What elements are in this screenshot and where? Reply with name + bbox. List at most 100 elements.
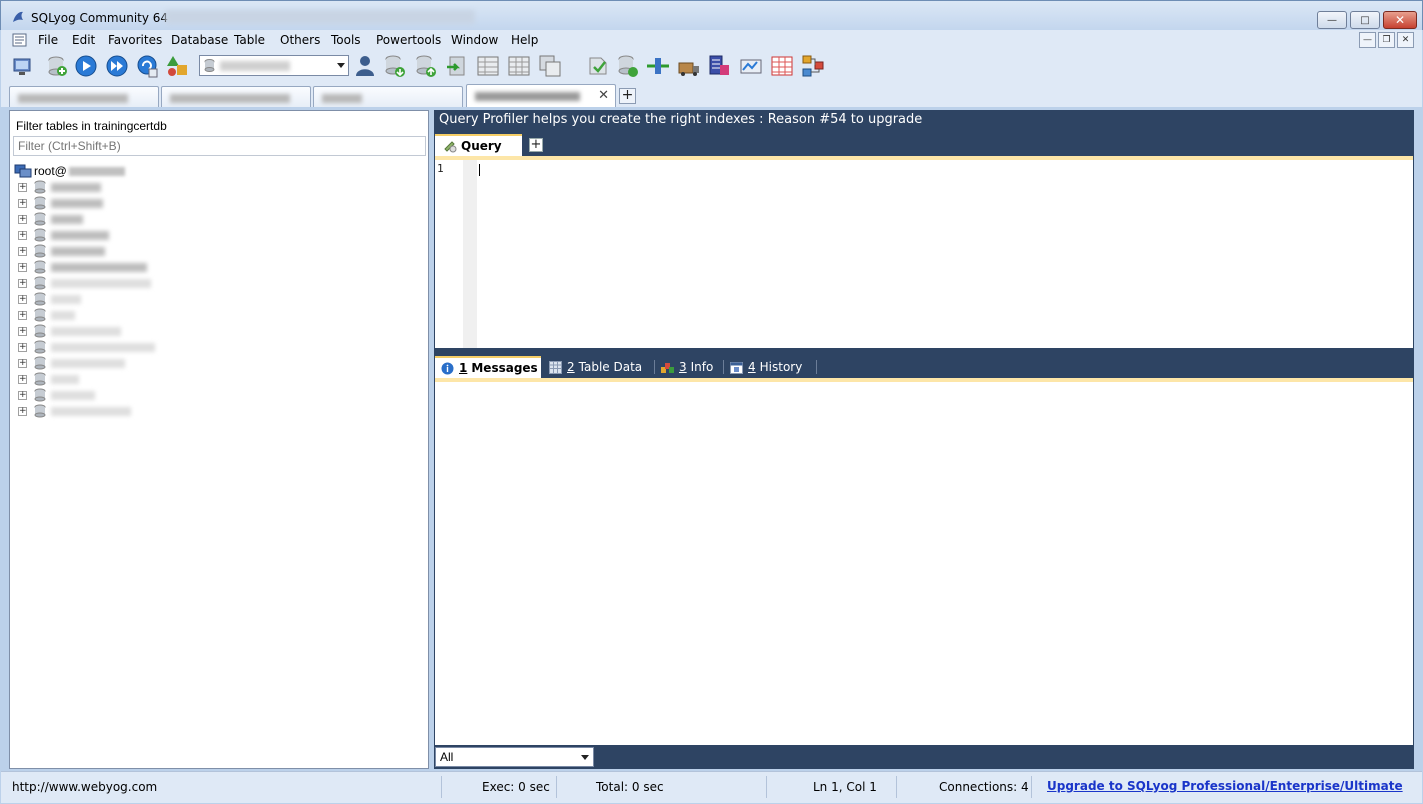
result-footer: All xyxy=(435,745,1413,769)
expand-icon[interactable]: + xyxy=(18,390,27,400)
mdi-minimize-button[interactable]: — xyxy=(1359,32,1376,48)
expand-icon[interactable]: + xyxy=(18,310,27,320)
result-filter-select[interactable]: All xyxy=(435,747,594,767)
expand-icon[interactable]: + xyxy=(18,198,27,208)
table-data-icon[interactable] xyxy=(506,53,532,79)
mdi-close-button[interactable]: ✕ xyxy=(1397,32,1414,48)
expand-icon[interactable]: + xyxy=(18,294,27,304)
tree-node-database[interactable]: + xyxy=(18,291,81,307)
database-name-redacted xyxy=(51,278,151,288)
menu-favorites[interactable]: Favorites xyxy=(105,32,165,48)
minimize-button[interactable]: — xyxy=(1317,11,1347,29)
database-name-redacted xyxy=(51,326,121,336)
expand-icon[interactable]: + xyxy=(18,342,27,352)
connection-tab-redacted xyxy=(322,94,362,103)
menu-table[interactable]: Table xyxy=(231,32,268,48)
migration-icon[interactable] xyxy=(676,53,702,79)
execute-icon[interactable] xyxy=(73,53,99,79)
tree-node-database[interactable]: + xyxy=(18,403,131,419)
expand-icon[interactable]: + xyxy=(18,246,27,256)
scheduler-icon[interactable] xyxy=(738,53,764,79)
database-icon xyxy=(34,276,46,290)
add-query-tab-button[interactable]: + xyxy=(529,138,543,152)
database-name-redacted xyxy=(51,390,95,400)
menu-window[interactable]: Window xyxy=(448,32,501,48)
expand-icon[interactable]: + xyxy=(18,214,27,224)
tab-query-label: Query xyxy=(461,139,502,153)
expand-icon[interactable]: + xyxy=(18,262,27,272)
menu-tools[interactable]: Tools xyxy=(328,32,364,48)
menu-powertools[interactable]: Powertools xyxy=(373,32,444,48)
messages-panel[interactable] xyxy=(435,382,1413,745)
menu-help[interactable]: Help xyxy=(508,32,541,48)
table-grid-icon[interactable] xyxy=(475,53,501,79)
tab-messages[interactable]: 1 Messages xyxy=(435,356,541,378)
expand-icon[interactable]: + xyxy=(18,182,27,192)
tree-node-database[interactable]: + xyxy=(18,259,147,275)
expand-icon[interactable]: + xyxy=(18,230,27,240)
schema-designer-icon[interactable] xyxy=(800,53,826,79)
upgrade-link[interactable]: Upgrade to SQLyog Professional/Enterpris… xyxy=(1047,779,1403,793)
execute-all-icon[interactable] xyxy=(104,53,130,79)
table-copy-icon[interactable] xyxy=(537,53,563,79)
tree-root-connection[interactable]: root@ xyxy=(14,163,125,179)
menu-edit[interactable]: Edit xyxy=(69,32,98,48)
tree-node-database[interactable]: + xyxy=(18,227,109,243)
maximize-button[interactable]: □ xyxy=(1350,11,1380,29)
menu-database[interactable]: Database xyxy=(168,32,231,48)
expand-icon[interactable]: + xyxy=(18,406,27,416)
add-connection-tab-button[interactable]: + xyxy=(619,88,636,104)
connection-tab[interactable] xyxy=(161,86,311,107)
designer-icon[interactable] xyxy=(769,53,795,79)
new-connection-icon[interactable] xyxy=(10,53,36,79)
database-selector[interactable] xyxy=(199,55,349,76)
expand-icon[interactable]: + xyxy=(18,374,27,384)
connection-tab-active[interactable]: ✕ xyxy=(466,84,616,107)
tree-node-database[interactable]: + xyxy=(18,323,121,339)
backup-icon[interactable] xyxy=(444,53,470,79)
tree-node-database[interactable]: + xyxy=(18,355,125,371)
tree-node-database[interactable]: + xyxy=(18,387,95,403)
schema-icon[interactable] xyxy=(165,53,191,79)
tab-table-data[interactable]: 2 Table Data xyxy=(543,356,653,378)
tab-history[interactable]: 4 History xyxy=(724,356,816,378)
connection-tab[interactable] xyxy=(9,86,159,107)
tree-node-database[interactable]: + xyxy=(18,275,151,291)
database-icon xyxy=(34,404,46,418)
new-query-icon[interactable] xyxy=(44,53,70,79)
tree-node-database[interactable]: + xyxy=(18,371,79,387)
expand-icon[interactable]: + xyxy=(18,326,27,336)
tree-node-database[interactable]: + xyxy=(18,211,83,227)
tab-info[interactable]: 3 Info xyxy=(655,356,721,378)
tab-query[interactable]: Query xyxy=(435,134,522,156)
fold-margin[interactable] xyxy=(463,160,477,348)
import-icon[interactable] xyxy=(382,53,408,79)
compare-icon[interactable] xyxy=(645,53,671,79)
expand-icon[interactable]: + xyxy=(18,278,27,288)
schema-sync-icon[interactable] xyxy=(585,53,611,79)
mdi-restore-button[interactable]: ❐ xyxy=(1378,32,1395,48)
menu-file[interactable]: File xyxy=(35,32,61,48)
export-icon[interactable] xyxy=(413,53,439,79)
database-name-redacted xyxy=(51,182,101,192)
document-menu-icon[interactable] xyxy=(11,32,28,48)
refresh-icon[interactable] xyxy=(135,53,161,79)
connection-tab[interactable] xyxy=(313,86,463,107)
tree-node-database[interactable]: + xyxy=(18,243,105,259)
close-button[interactable]: ✕ xyxy=(1383,11,1417,29)
menu-others[interactable]: Others xyxy=(277,32,323,48)
filter-input[interactable] xyxy=(13,136,426,156)
query-builder-icon[interactable] xyxy=(706,53,732,79)
close-tab-icon[interactable]: ✕ xyxy=(598,88,609,103)
tree-node-database[interactable]: + xyxy=(18,179,101,195)
data-sync-icon[interactable] xyxy=(615,53,641,79)
expand-icon[interactable]: + xyxy=(18,358,27,368)
upgrade-promo-text[interactable]: Query Profiler helps you create the righ… xyxy=(439,112,922,127)
tree-node-database[interactable]: + xyxy=(18,307,75,323)
database-name-redacted xyxy=(51,214,83,224)
sql-editor[interactable]: 1 xyxy=(435,160,1413,348)
tree-node-database[interactable]: + xyxy=(18,195,103,211)
user-icon[interactable] xyxy=(352,53,378,79)
database-icon xyxy=(204,59,215,72)
tree-node-database[interactable]: + xyxy=(18,339,155,355)
